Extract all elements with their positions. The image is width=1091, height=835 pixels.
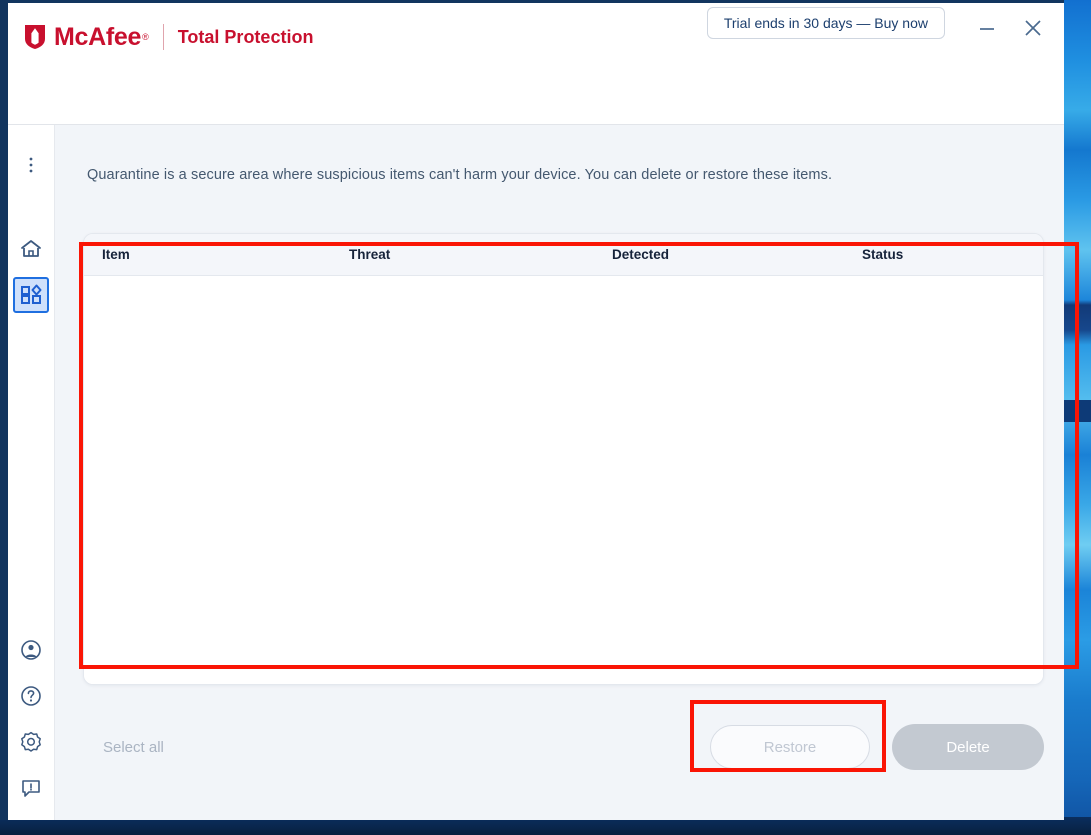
sidebar-item-help[interactable] — [13, 678, 49, 714]
quarantine-page: Quarantine is a secure area where suspic… — [55, 125, 1064, 820]
home-icon — [21, 240, 41, 257]
minimize-icon — [980, 28, 994, 30]
gear-icon — [21, 731, 41, 752]
trial-buy-now-button[interactable]: Trial ends in 30 days — Buy now — [706, 7, 945, 39]
sidebar-item-account[interactable] — [13, 632, 49, 668]
sidebar-item-features[interactable] — [13, 277, 49, 313]
apps-grid-icon — [21, 284, 42, 304]
brand-trademark: ® — [142, 32, 149, 42]
column-header-threat: Threat — [349, 247, 391, 262]
close-icon — [1025, 20, 1041, 36]
window-body: Quarantine is a secure area where suspic… — [8, 125, 1064, 820]
trial-label: Trial ends in 30 days — Buy now — [723, 15, 928, 31]
help-circle-icon — [21, 686, 41, 706]
column-header-detected: Detected — [612, 247, 670, 262]
minimize-button[interactable] — [970, 13, 1004, 43]
close-button[interactable] — [1016, 13, 1050, 43]
account-circle-icon — [21, 640, 41, 660]
quarantine-table: Item Threat Detected Status — [83, 233, 1044, 685]
column-header-item: Item — [102, 247, 130, 262]
brand-lockup: McAfee ® Total Protection — [24, 19, 313, 55]
sidebar-item-feedback[interactable] — [13, 770, 49, 806]
kebab-menu-icon — [29, 157, 33, 173]
table-body-empty — [84, 276, 1043, 684]
table-header-row: Item Threat Detected Status — [84, 234, 1043, 276]
select-all-button[interactable]: Select all — [91, 731, 176, 764]
page-description: Quarantine is a secure area where suspic… — [87, 167, 833, 183]
sidebar — [8, 125, 55, 820]
sidebar-item-settings[interactable] — [13, 724, 49, 760]
restore-button[interactable]: Restore — [710, 725, 870, 769]
brand-name: McAfee — [54, 22, 142, 51]
action-bar: Select all Restore Delete — [83, 705, 1044, 789]
mcafee-application-window: McAfee ® Total Protection Trial ends in … — [0, 0, 1064, 820]
mcafee-shield-icon — [25, 25, 45, 49]
sidebar-item-home[interactable] — [13, 231, 49, 267]
product-name: Total Protection — [177, 27, 314, 47]
delete-button[interactable]: Delete — [892, 724, 1044, 770]
brand-divider — [162, 24, 164, 50]
column-header-status: Status — [862, 247, 904, 262]
sidebar-item-menu[interactable] — [13, 147, 49, 183]
feedback-icon — [22, 780, 40, 797]
title-bar: McAfee ® Total Protection Trial ends in … — [8, 3, 1064, 125]
